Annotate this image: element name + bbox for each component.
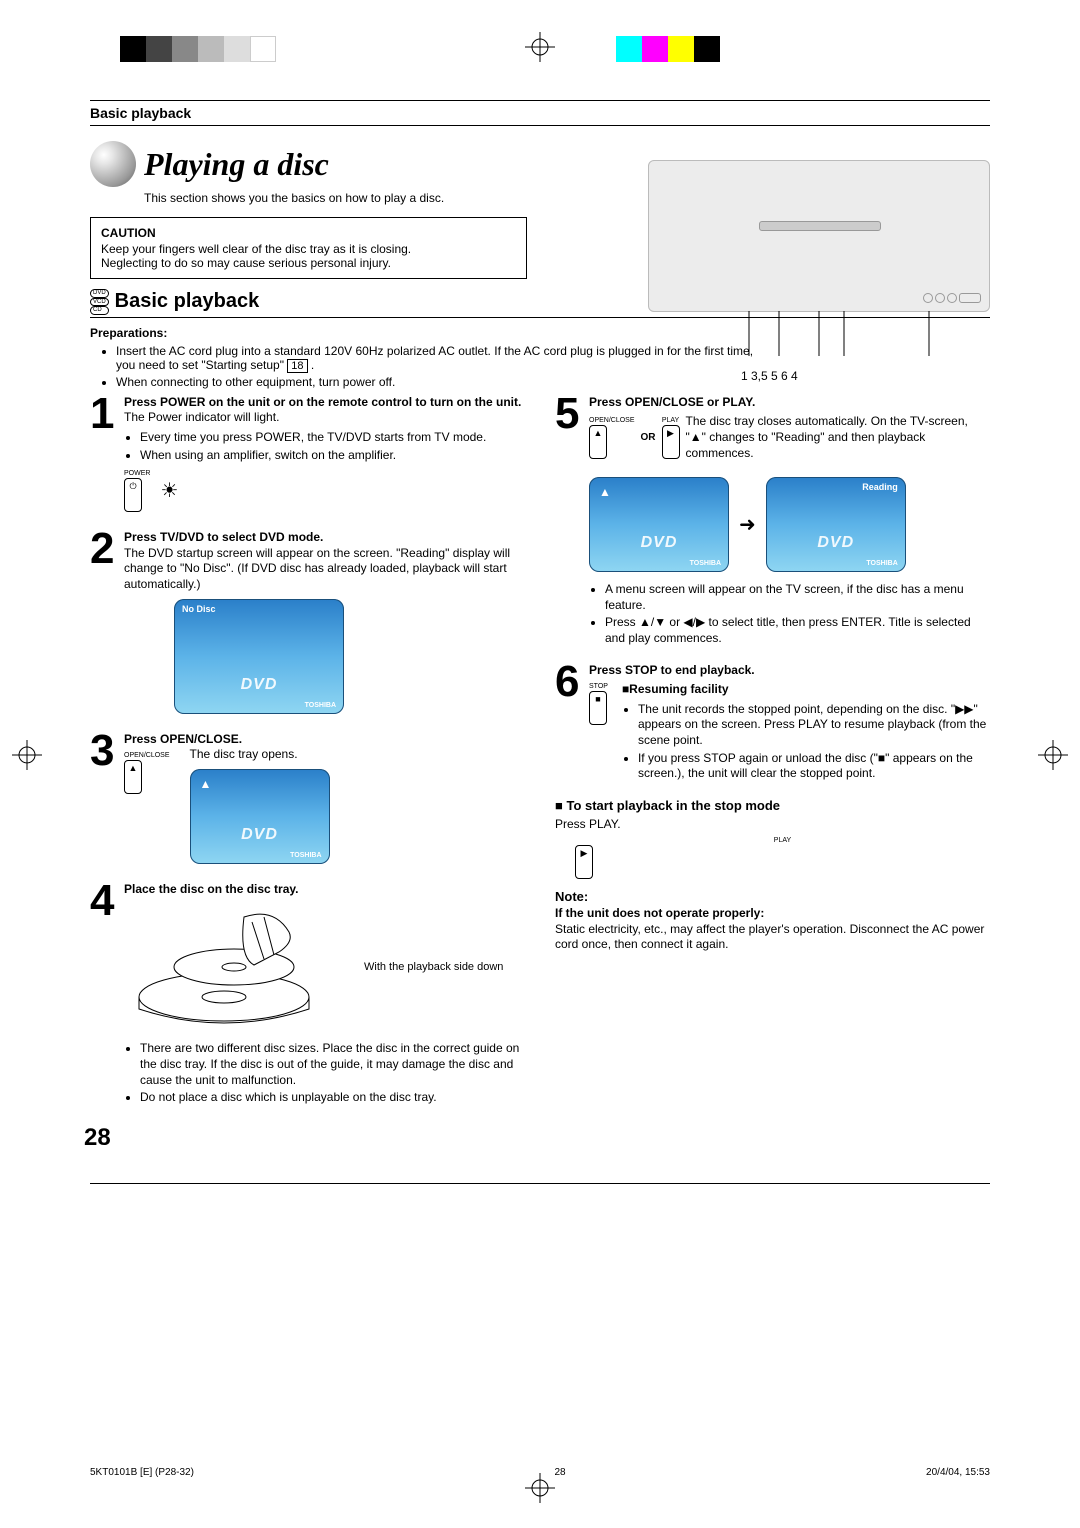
disc-tray-illustration	[124, 897, 354, 1037]
step-2-heading: Press TV/DVD to select DVD mode.	[124, 530, 323, 544]
open-close-button-icon: ▲	[589, 425, 607, 459]
step-number: 1	[90, 395, 118, 518]
step-2: 2 Press TV/DVD to select DVD mode. The D…	[90, 530, 525, 719]
note-body: Static electricity, etc., may affect the…	[555, 922, 990, 953]
step-5-bullet-2: Press ▲/▼ or ◀/▶ to select title, then p…	[605, 615, 990, 646]
step-6-heading: Press STOP to end playback.	[589, 663, 755, 677]
footer-center: 28	[554, 1467, 565, 1478]
title-ball-icon	[90, 141, 136, 187]
tv-screen-eject-2: ▲ DVD TOSHIBA	[589, 477, 729, 572]
step-6-bullet-1: The unit records the stopped point, depe…	[638, 702, 990, 749]
stop-button-icon: ■	[589, 691, 607, 725]
page-number: 28	[84, 1122, 519, 1153]
step-5: 5 Press OPEN/CLOSE or PLAY. OPEN/CLOSE ▲…	[555, 395, 990, 651]
prep-bullet-2: When connecting to other equipment, turn…	[116, 375, 990, 389]
step-5-heading: Press OPEN/CLOSE or PLAY.	[589, 395, 755, 409]
light-indicator-icon: ☀	[160, 478, 178, 504]
start-playback-heading: ■ To start playback in the stop mode	[555, 798, 990, 815]
section-heading: Basic playback	[115, 290, 260, 313]
step-1: 1 Press POWER on the unit or on the remo…	[90, 395, 525, 518]
step-4-heading: Place the disc on the disc tray.	[124, 882, 299, 896]
tv-screen-no-disc: No Disc DVD TOSHIBA	[174, 599, 344, 714]
footer-right: 20/4/04, 15:53	[926, 1467, 990, 1478]
power-button-icon: ⏻	[124, 478, 142, 512]
step-6: 6 Press STOP to end playback. STOP ■ ■Re…	[555, 663, 990, 786]
or-label: OR	[641, 431, 656, 444]
power-button-label: POWER	[124, 469, 150, 478]
footer-left: 5KT0101B [E] (P28-32)	[90, 1467, 194, 1478]
header-label: Basic playback	[90, 105, 191, 121]
print-footer: 5KT0101B [E] (P28-32) 28 20/4/04, 15:53	[90, 1467, 990, 1478]
open-close-button-icon: ▲	[124, 760, 142, 794]
step-4-caption: With the playback side down	[364, 960, 503, 974]
caution-box: CAUTION Keep your fingers well clear of …	[90, 217, 527, 279]
step-4-bullet-2: Do not place a disc which is unplayable …	[140, 1090, 525, 1106]
tv-screen-eject: ▲ DVD TOSHIBA	[190, 769, 330, 864]
cd-badge: CD	[90, 306, 109, 315]
step-5-bullet-1: A menu screen will appear on the TV scre…	[605, 582, 990, 613]
footer-rule	[90, 1183, 990, 1184]
note-heading: Note:	[555, 889, 990, 906]
caution-line-2: Neglecting to do so may cause serious pe…	[101, 256, 516, 270]
arrow-right-icon: ➜	[739, 512, 756, 538]
play-button-icon: ▶	[662, 425, 680, 459]
resuming-facility-heading: ■Resuming facility	[622, 682, 990, 698]
step-3: 3 Press OPEN/CLOSE. OPEN/CLOSE ▲ The dis…	[90, 732, 525, 870]
note-subheading: If the unit does not operate properly:	[555, 906, 990, 922]
step-4-bullet-1: There are two different disc sizes. Plac…	[140, 1041, 525, 1088]
dvd-badge: DVD	[90, 289, 109, 298]
play-button-icon: ▶	[575, 845, 593, 879]
step-6-bullet-2: If you press STOP again or unload the di…	[638, 751, 990, 782]
device-reference-labels: 1 3,5 5 6 4	[741, 369, 798, 383]
caution-heading: CAUTION	[101, 226, 516, 240]
step-1-bullet-1: Every time you press POWER, the TV/DVD s…	[140, 430, 521, 446]
registration-mark-icon	[12, 740, 42, 770]
step-3-heading: Press OPEN/CLOSE.	[124, 732, 242, 746]
tv-screen-reading: Reading DVD TOSHIBA	[766, 477, 906, 572]
step-4: 4 Place the disc on the disc tray.	[90, 882, 525, 1110]
page-title: Playing a disc	[144, 146, 329, 183]
step-1-bullet-2: When using an amplifier, switch on the a…	[140, 448, 521, 464]
running-header: Basic playback	[90, 100, 990, 126]
registration-mark-icon	[1038, 740, 1068, 770]
caution-line-1: Keep your fingers well clear of the disc…	[101, 242, 516, 256]
media-icons: DVD VCD CD	[90, 289, 109, 315]
page-ref-18: 18	[287, 359, 307, 373]
device-illustration: 1 3,5 5 6 4	[648, 160, 990, 312]
vcd-badge: VCD	[90, 298, 109, 307]
registration-mark-icon	[525, 32, 555, 62]
step-1-heading: Press POWER on the unit or on the remote…	[124, 395, 521, 409]
